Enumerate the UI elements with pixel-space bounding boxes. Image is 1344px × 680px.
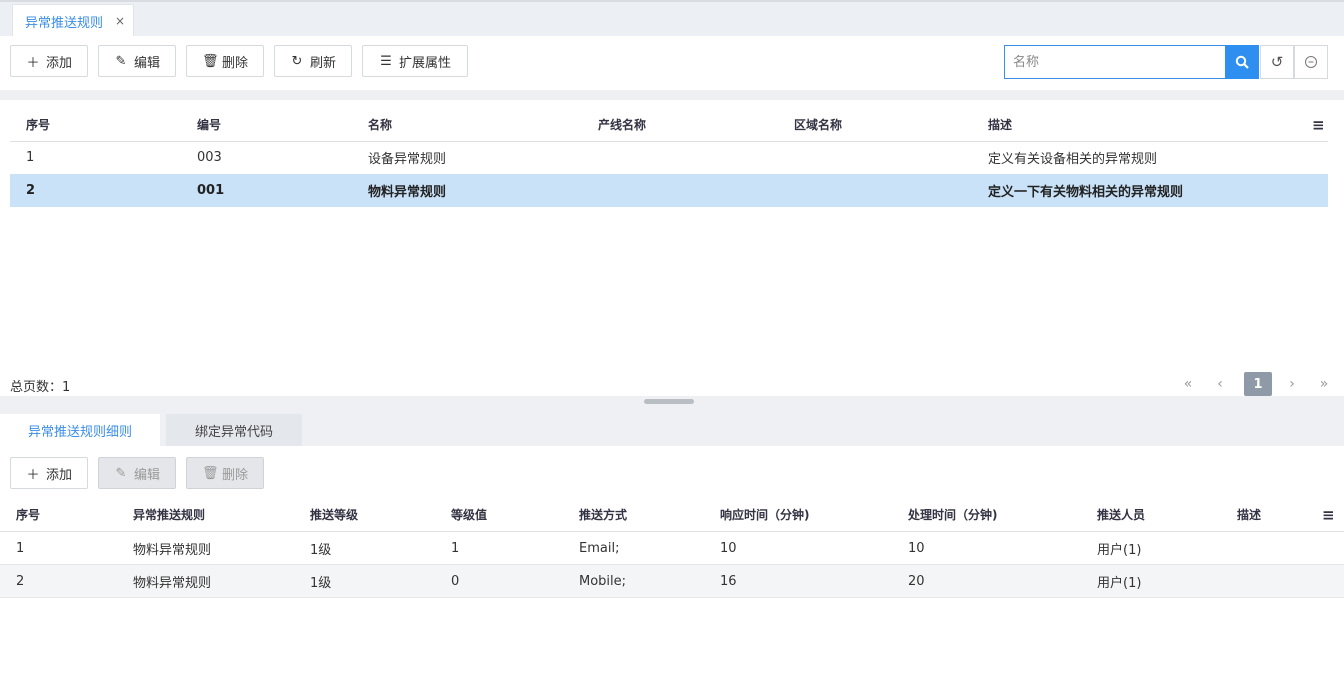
cell-rule: 物料异常规则 xyxy=(133,575,212,591)
reset-icon: ↺ xyxy=(1270,53,1284,71)
tab-label: 异常推送规则 xyxy=(25,16,104,31)
table-row[interactable]: 1 物料异常规则 1级 1 Email; 10 10 用户(1) xyxy=(0,532,1344,564)
cell-seq: 2 xyxy=(16,573,25,589)
col-rule[interactable]: 异常推送规则 xyxy=(133,498,205,531)
list-icon: ☰ xyxy=(380,53,392,69)
main-table-panel: 序号 编号 名称 产线名称 区域名称 描述 ≡ 1 003 设备异常规则 定义有… xyxy=(0,100,1344,396)
edit-button-label: 编辑 xyxy=(133,55,160,71)
col-name[interactable]: 名称 xyxy=(368,108,392,141)
detail-delete-label: 删除 xyxy=(221,467,248,483)
search-button[interactable] xyxy=(1225,45,1259,79)
window-tab-bar: 异常推送规则 × xyxy=(0,0,1344,38)
cell-handle: 10 xyxy=(908,540,925,556)
col-code[interactable]: 编号 xyxy=(197,108,221,141)
more-button[interactable] xyxy=(1294,45,1328,79)
plus-icon: ＋ xyxy=(26,467,40,483)
reset-button[interactable]: ↺ xyxy=(1260,45,1294,79)
col-desc[interactable]: 描述 xyxy=(1237,498,1261,531)
col-method[interactable]: 推送方式 xyxy=(579,498,627,531)
add-button-label: 添加 xyxy=(45,55,72,71)
detail-add-button[interactable]: ＋ 添加 xyxy=(10,457,88,489)
cell-person: 用户(1) xyxy=(1097,542,1142,558)
cell-level-value: 1 xyxy=(451,540,460,556)
detail-edit-label: 编辑 xyxy=(133,467,160,483)
edit-icon: ✎ xyxy=(115,465,127,481)
cell-level-value: 0 xyxy=(451,573,460,589)
cell-desc: 定义一下有关物料相关的异常规则 xyxy=(988,185,1184,200)
main-toolbar: ＋ 添加 ✎ 编辑 🗑 删除 ↻ 刷新 ☰ 扩展属性 ↺ xyxy=(0,36,1344,90)
table-row[interactable]: 1 003 设备异常规则 定义有关设备相关的异常规则 xyxy=(10,141,1328,174)
col-line[interactable]: 产线名称 xyxy=(598,108,646,141)
table-row-selected[interactable]: 2 001 物料异常规则 定义一下有关物料相关的异常规则 xyxy=(10,174,1328,207)
tab-exception-push-rules[interactable]: 异常推送规则 × xyxy=(12,4,134,38)
tab-detail-rules[interactable]: 异常推送规则细则 xyxy=(0,414,160,446)
prev-page-icon[interactable]: ‹ xyxy=(1208,372,1232,396)
search-box xyxy=(1004,45,1226,79)
delete-button-label: 删除 xyxy=(221,55,248,71)
menu-icon[interactable]: ≡ xyxy=(1312,108,1325,141)
first-page-icon[interactable]: « xyxy=(1176,372,1200,396)
cell-level: 1级 xyxy=(310,575,332,591)
search-icon xyxy=(1235,55,1249,69)
col-handle[interactable]: 处理时间（分钟) xyxy=(908,498,998,531)
col-desc[interactable]: 描述 xyxy=(988,108,1012,141)
cell-person: 用户(1) xyxy=(1097,575,1142,591)
col-response[interactable]: 响应时间（分钟) xyxy=(720,498,810,531)
detail-table-header: 序号 异常推送规则 推送等级 等级值 推送方式 响应时间（分钟) 处理时间（分钟… xyxy=(0,498,1344,531)
trash-icon: 🗑 xyxy=(201,465,219,481)
detail-delete-button[interactable]: 🗑 删除 xyxy=(186,457,264,489)
cell-seq: 2 xyxy=(26,183,36,198)
trash-icon: 🗑 xyxy=(201,53,219,69)
cell-code: 003 xyxy=(197,150,222,165)
col-area[interactable]: 区域名称 xyxy=(794,108,842,141)
add-button[interactable]: ＋ 添加 xyxy=(10,45,88,77)
cell-name: 物料异常规则 xyxy=(368,185,447,200)
cell-name: 设备异常规则 xyxy=(368,152,447,167)
refresh-icon: ↻ xyxy=(291,53,303,69)
cell-code: 001 xyxy=(197,183,225,198)
cell-seq: 1 xyxy=(16,540,25,556)
edit-icon: ✎ xyxy=(115,53,127,69)
table-header: 序号 编号 名称 产线名称 区域名称 描述 ≡ xyxy=(10,108,1328,141)
edit-button[interactable]: ✎ 编辑 xyxy=(98,45,176,77)
close-icon[interactable]: × xyxy=(115,15,125,27)
detail-edit-button[interactable]: ✎ 编辑 xyxy=(98,457,176,489)
next-page-icon[interactable]: › xyxy=(1280,372,1304,396)
ext-attributes-button[interactable]: ☰ 扩展属性 xyxy=(362,45,468,77)
delete-button[interactable]: 🗑 删除 xyxy=(186,45,264,77)
cell-method: Email; xyxy=(579,540,620,556)
col-level[interactable]: 推送等级 xyxy=(310,498,358,531)
total-pages-label: 总页数：1 xyxy=(10,380,71,395)
last-page-icon[interactable]: » xyxy=(1312,372,1336,396)
cell-response: 10 xyxy=(720,540,737,556)
col-seq[interactable]: 序号 xyxy=(16,498,40,531)
more-icon xyxy=(1305,56,1317,68)
cell-handle: 20 xyxy=(908,573,925,589)
page-current[interactable]: 1 xyxy=(1244,372,1272,396)
menu-icon[interactable]: ≡ xyxy=(1322,498,1335,531)
row-divider xyxy=(0,597,1344,598)
col-person[interactable]: 推送人员 xyxy=(1097,498,1145,531)
refresh-button[interactable]: ↻ 刷新 xyxy=(274,45,352,77)
pagination: « ‹ 1 › » xyxy=(1176,372,1336,396)
detail-panel: ＋ 添加 ✎ 编辑 🗑 删除 序号 异常推送规则 推送等级 等级值 推送方式 响… xyxy=(0,446,1344,680)
cell-response: 16 xyxy=(720,573,737,589)
cell-desc: 定义有关设备相关的异常规则 xyxy=(988,152,1158,167)
plus-icon: ＋ xyxy=(26,55,40,71)
cell-level: 1级 xyxy=(310,542,332,558)
detail-tabs: 异常推送规则细则 绑定异常代码 xyxy=(0,414,1344,446)
cell-method: Mobile; xyxy=(579,573,627,589)
detail-add-label: 添加 xyxy=(45,467,72,483)
col-seq[interactable]: 序号 xyxy=(26,108,50,141)
splitter-handle[interactable] xyxy=(644,399,694,404)
col-level-value[interactable]: 等级值 xyxy=(451,498,487,531)
cell-rule: 物料异常规则 xyxy=(133,542,212,558)
tab-bind-codes[interactable]: 绑定异常代码 xyxy=(166,414,302,446)
refresh-button-label: 刷新 xyxy=(309,55,336,71)
table-row[interactable]: 2 物料异常规则 1级 0 Mobile; 16 20 用户(1) xyxy=(0,565,1344,597)
cell-seq: 1 xyxy=(26,150,35,165)
ext-attributes-button-label: 扩展属性 xyxy=(398,55,451,71)
search-input[interactable] xyxy=(1013,54,1213,70)
